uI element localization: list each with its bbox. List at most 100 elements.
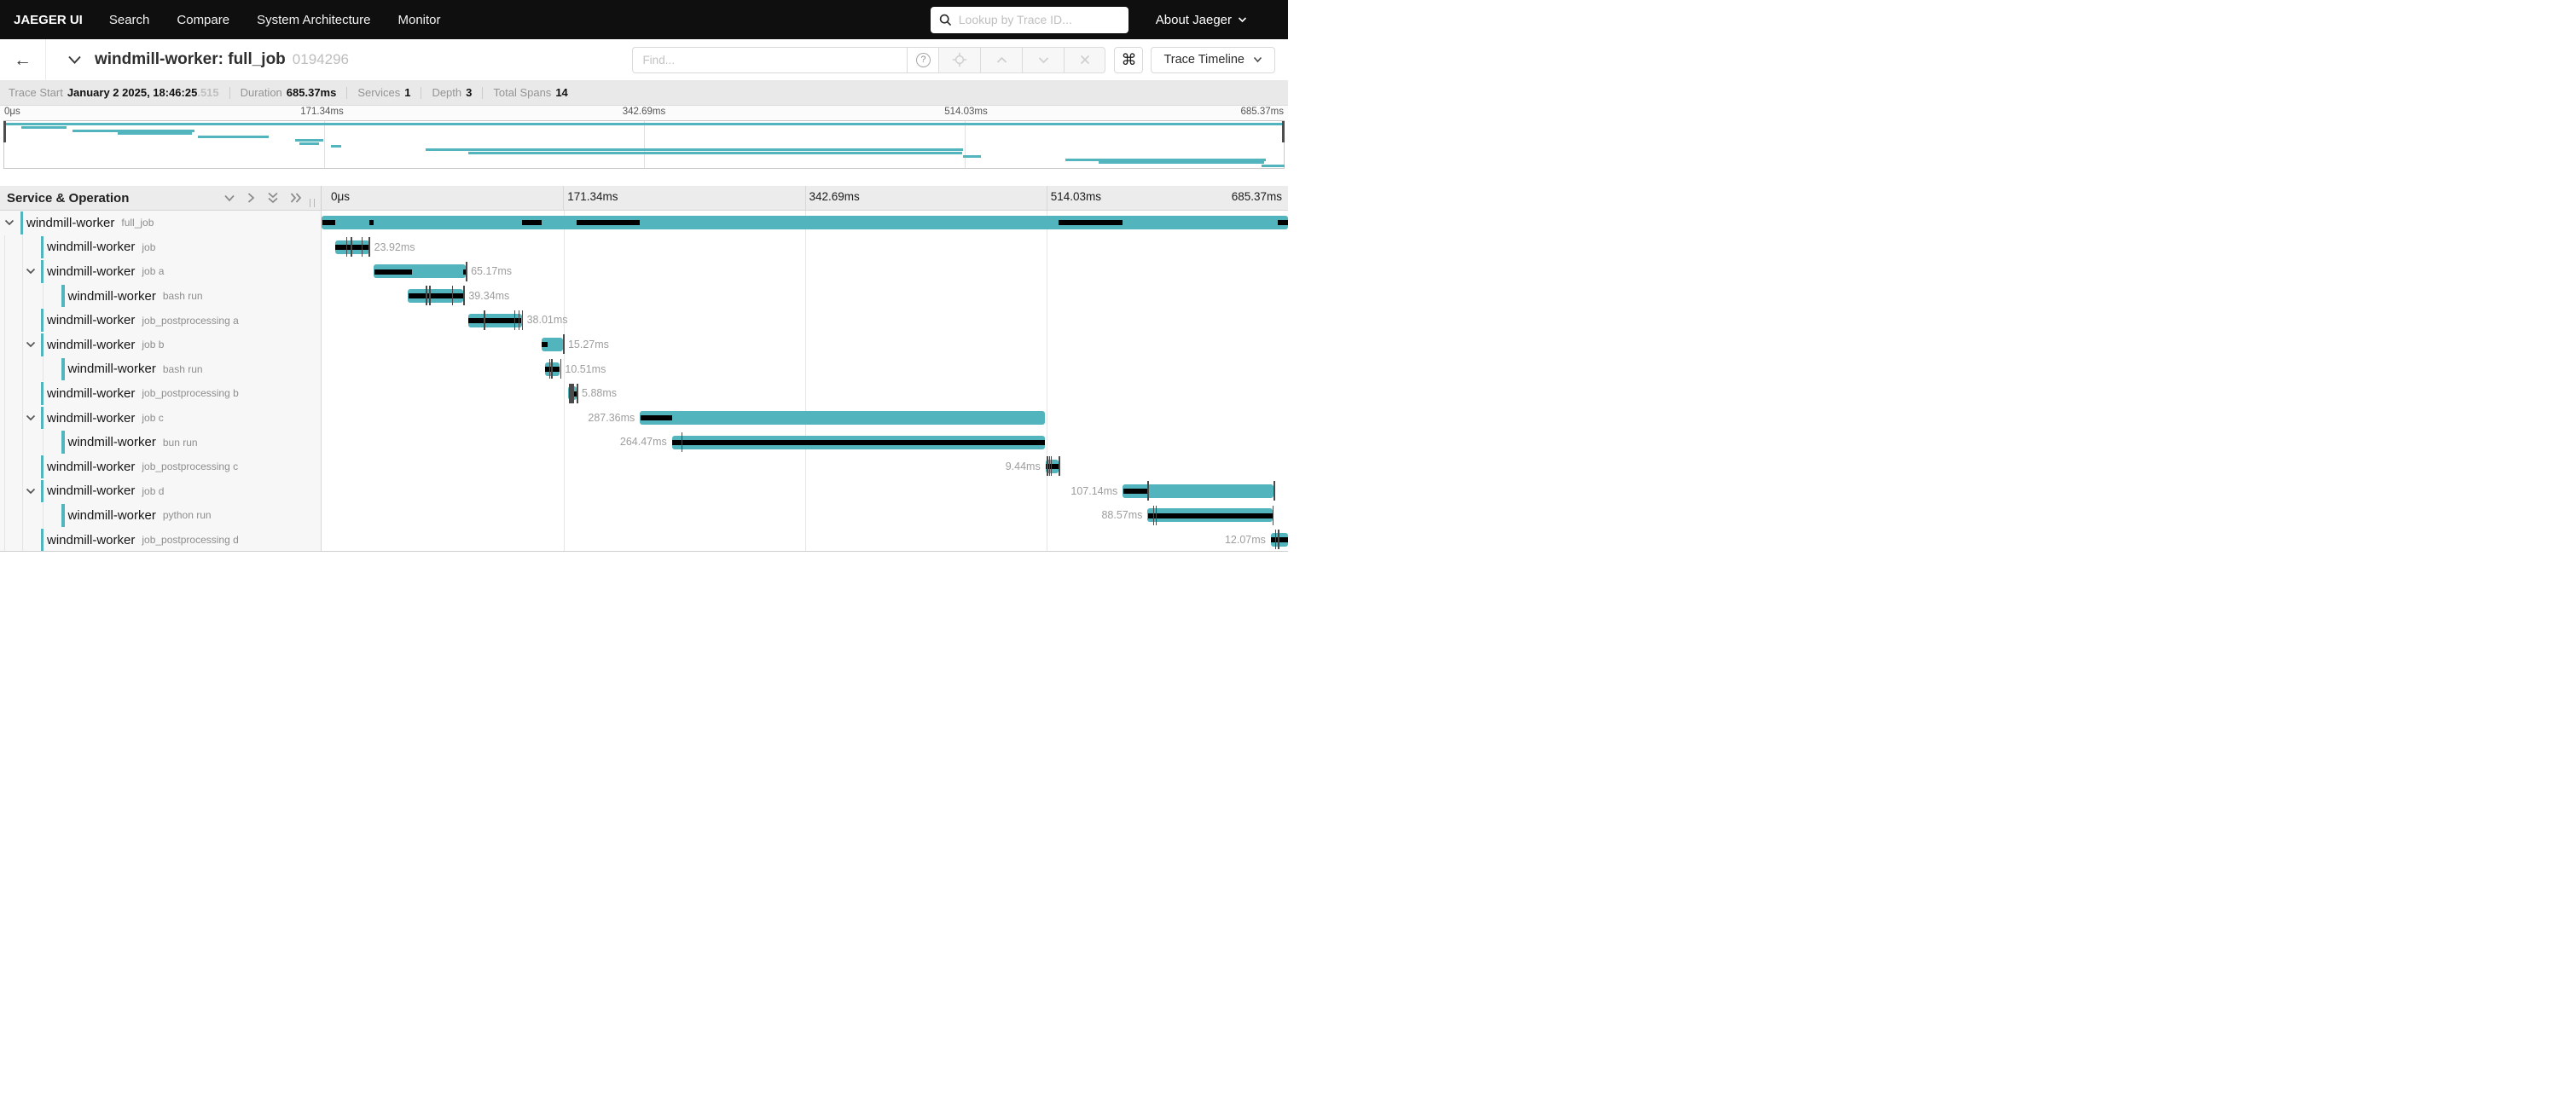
minimap-tick-label: 171.34ms	[300, 107, 344, 117]
span-row[interactable]: windmill-workerfull_job	[0, 211, 1288, 235]
back-button[interactable]: ←	[0, 39, 46, 80]
critical-path-segment	[409, 293, 463, 298]
span-row-label-cell[interactable]: windmill-workerjob_postprocessing a	[0, 308, 322, 333]
span-duration-label: 5.88ms	[582, 381, 617, 406]
indent-guide	[22, 333, 23, 357]
span-row-label-cell[interactable]: windmill-workerjob a	[0, 259, 322, 284]
operation-name: job_postprocessing b	[142, 387, 238, 399]
crosshair-icon	[952, 52, 967, 67]
nav-item-monitor[interactable]: Monitor	[397, 13, 440, 27]
expand-all-button[interactable]	[290, 192, 302, 204]
span-timeline-cell[interactable]: 12.07ms	[322, 528, 1288, 552]
collapse-one-button[interactable]	[223, 194, 235, 203]
critical-path-segment	[1059, 220, 1123, 225]
span-row-label-cell[interactable]: windmill-workerjob b	[0, 333, 322, 357]
collapse-all-button[interactable]	[267, 192, 279, 204]
span-row[interactable]: windmill-workerjob_postprocessing a38.01…	[0, 308, 1288, 333]
span-row-label-cell[interactable]: windmill-workerbash run	[0, 357, 322, 382]
log-tick	[1273, 481, 1275, 501]
service-name: windmill-worker	[68, 435, 156, 449]
timeline-header: Service & Operation 0μs171.34ms342.69ms5…	[0, 186, 1288, 211]
nav-item-system-architecture[interactable]: System Architecture	[257, 13, 370, 27]
nav-item-search[interactable]: Search	[109, 13, 150, 27]
span-row[interactable]: windmill-workerjob b15.27ms	[0, 333, 1288, 357]
span-row[interactable]: windmill-workerbun run 264.47ms	[0, 430, 1288, 455]
span-row-label-cell[interactable]: windmill-workerbash run	[0, 284, 322, 309]
span-timeline-cell[interactable]: 287.36ms	[322, 406, 1288, 431]
span-timeline-cell[interactable]: 107.14ms	[322, 479, 1288, 504]
span-row-label-cell[interactable]: windmill-workerjob_postprocessing d	[0, 528, 322, 552]
span-row[interactable]: windmill-workerjob23.92ms	[0, 235, 1288, 260]
timeline-header-gridline	[805, 186, 806, 210]
collapse-trace-header-button[interactable]	[67, 55, 82, 65]
divider	[229, 87, 230, 99]
find-input[interactable]	[632, 47, 907, 73]
span-timeline-cell[interactable]: 15.27ms	[322, 333, 1288, 357]
nav-item-compare[interactable]: Compare	[177, 13, 229, 27]
log-tick	[563, 334, 565, 354]
trace-lookup-placeholder: Lookup by Trace ID...	[959, 13, 1072, 26]
next-match-button[interactable]	[1022, 47, 1064, 73]
span-timeline-cell[interactable]: 5.88ms	[322, 381, 1288, 406]
minimap-right-handle[interactable]	[1282, 121, 1285, 142]
span-name: windmill-workerjob_postprocessing d	[47, 528, 239, 552]
span-timeline-cell[interactable]: 39.34ms	[322, 284, 1288, 309]
collapse-children-button[interactable]	[4, 219, 15, 227]
span-bar[interactable]	[640, 411, 1045, 425]
span-row[interactable]: windmill-workerbash run39.34ms	[0, 284, 1288, 309]
collapse-children-button[interactable]	[26, 414, 36, 422]
trace-lookup-box[interactable]: Lookup by Trace ID...	[931, 7, 1128, 33]
span-timeline-cell[interactable]	[322, 211, 1288, 235]
span-timeline-cell[interactable]: 38.01ms	[322, 308, 1288, 333]
span-row[interactable]: windmill-workerjob_postprocessing c9.44m…	[0, 455, 1288, 479]
span-timeline-cell[interactable]: 264.47ms	[322, 430, 1288, 455]
indent-guide	[4, 528, 5, 552]
about-jaeger-menu[interactable]: About Jaeger	[1156, 13, 1247, 27]
span-row-label-cell[interactable]: windmill-workerfull_job	[0, 211, 322, 235]
span-timeline-cell[interactable]: 65.17ms	[322, 259, 1288, 284]
collapse-children-button[interactable]	[26, 341, 36, 349]
log-tick	[1275, 530, 1277, 549]
span-row-label-cell[interactable]: windmill-workerpython run	[0, 503, 322, 528]
service-color-bar	[61, 504, 65, 527]
span-row[interactable]: windmill-workerjob_postprocessing d 12.07…	[0, 528, 1288, 552]
span-row[interactable]: windmill-workerpython run88.57ms	[0, 503, 1288, 528]
span-timeline-cell[interactable]: 9.44ms	[322, 455, 1288, 479]
span-row-label-cell[interactable]: windmill-workerjob c	[0, 406, 322, 431]
keyboard-shortcuts-button[interactable]: ⌘	[1114, 47, 1143, 73]
span-duration-label: 264.47ms	[620, 430, 667, 455]
span-row-label-cell[interactable]: windmill-workerjob_postprocessing b	[0, 381, 322, 406]
trace-view-selector[interactable]: Trace Timeline	[1151, 47, 1275, 73]
span-timeline-cell[interactable]: 23.92ms	[322, 235, 1288, 260]
span-row-label-cell[interactable]: windmill-workerjob	[0, 235, 322, 260]
collapse-children-button[interactable]	[26, 487, 36, 495]
collapse-children-button[interactable]	[26, 268, 36, 275]
span-duration-label: 65.17ms	[471, 259, 512, 284]
span-row-label-cell[interactable]: windmill-workerbun run	[0, 430, 322, 455]
clear-find-button[interactable]	[1064, 47, 1105, 73]
span-row[interactable]: windmill-workerjob a 65.17ms	[0, 259, 1288, 284]
span-row-label-cell[interactable]: windmill-workerjob d	[0, 479, 322, 504]
expand-one-button[interactable]	[247, 192, 256, 204]
span-row[interactable]: windmill-workerbash run10.51ms	[0, 357, 1288, 382]
span-row[interactable]: windmill-workerjob_postprocessing b 5.88m…	[0, 381, 1288, 406]
operation-name: job_postprocessing c	[142, 460, 238, 472]
span-timeline-cell[interactable]: 88.57ms	[322, 503, 1288, 528]
minimap-left-handle[interactable]	[3, 121, 6, 142]
column-resize-grip[interactable]	[310, 199, 315, 207]
log-tick	[577, 384, 578, 403]
find-help-button[interactable]: ?	[907, 47, 938, 73]
operation-name: bash run	[163, 363, 203, 375]
span-row[interactable]: windmill-workerjob d107.14ms	[0, 479, 1288, 504]
operation-name: job	[142, 241, 155, 253]
span-name: windmill-workerbun run	[68, 430, 198, 455]
prev-match-button[interactable]	[980, 47, 1022, 73]
span-timeline-cell[interactable]: 10.51ms	[322, 357, 1288, 382]
span-bar[interactable]	[322, 216, 1288, 229]
focus-match-button[interactable]	[938, 47, 980, 73]
span-row[interactable]: windmill-workerjob c287.36ms	[0, 406, 1288, 431]
trace-minimap[interactable]	[3, 120, 1285, 169]
minimap-tick-label: 342.69ms	[623, 107, 666, 117]
span-row-label-cell[interactable]: windmill-workerjob_postprocessing c	[0, 455, 322, 479]
brand-link[interactable]: JAEGER UI	[14, 13, 83, 27]
